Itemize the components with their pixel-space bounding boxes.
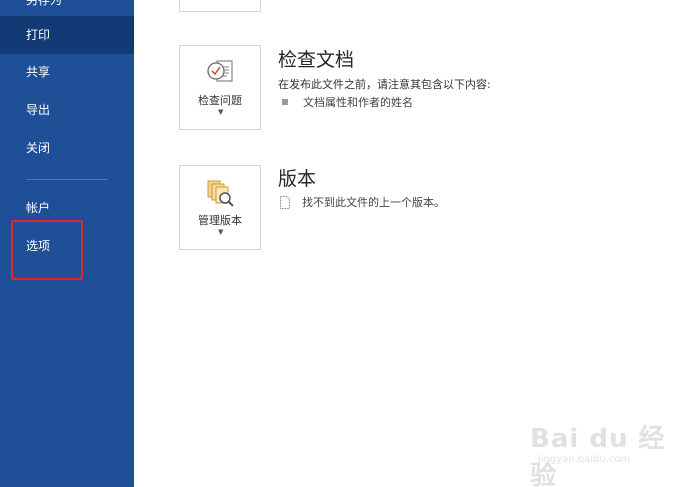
chevron-down-icon: ▼ [218,228,224,236]
manage-versions-label: 管理版本 [198,214,242,227]
nav-item-share[interactable]: 共享 [0,53,134,91]
manage-versions-icon [205,178,237,208]
inspect-document-title: 检查文档 [278,49,355,71]
bullet-icon [282,99,288,105]
nav-item-export[interactable]: 导出 [0,91,134,129]
versions-message: 找不到此文件的上一个版本。 [302,196,445,209]
nav-item-save-as[interactable]: 另存为 [0,0,134,14]
nav-item-close[interactable]: 关闭 [0,129,134,167]
watermark-url: jingyan.baidu.com [538,454,631,465]
backstage-view: 另存为 打印 共享 导出 关闭 帐户 选项 检查问题 ▼ 检查文档 在发布此文件… [0,0,695,487]
nav-item-print[interactable]: 打印 [0,16,134,54]
watermark-logo-text: Bai du 经验 [530,424,666,487]
inspect-bullet-text: 文档属性和作者的姓名 [303,96,413,109]
inspect-description: 在发布此文件之前，请注意其包含以下内容: [278,78,491,91]
chevron-down-icon: ▼ [218,108,224,116]
check-for-issues-label: 检查问题 [198,94,242,107]
versions-message-row: 找不到此文件的上一个版本。 [280,194,445,210]
options-highlight-box [11,220,83,280]
document-icon [280,195,290,209]
versions-title: 版本 [278,168,317,190]
inspect-document-icon [205,58,237,88]
baidu-watermark: Bai du 经验 jingyan.baidu.com [530,410,670,487]
nav-divider [26,179,108,180]
check-for-issues-button[interactable]: 检查问题 ▼ [179,45,261,130]
manage-versions-button[interactable]: 管理版本 ▼ [179,165,261,250]
inspect-bullet-item: 文档属性和作者的姓名 [282,94,413,110]
backstage-sidebar: 另存为 打印 共享 导出 关闭 帐户 选项 [0,0,134,487]
card-button-cut-off[interactable] [179,0,261,12]
